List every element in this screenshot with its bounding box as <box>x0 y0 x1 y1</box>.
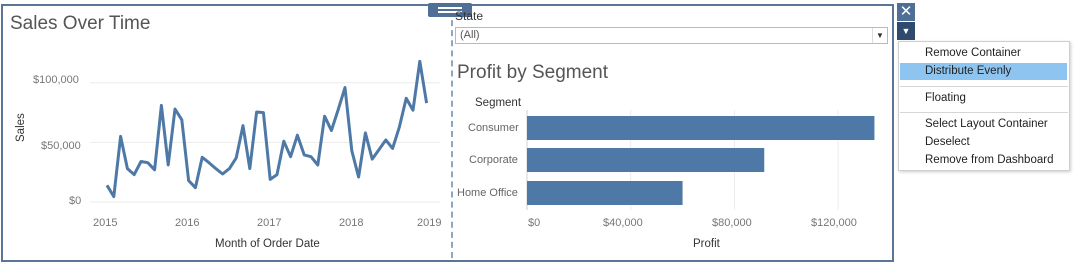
menu-item-remove-from-dashboard[interactable]: Remove from Dashboard <box>900 152 1067 169</box>
menu-item-deselect[interactable]: Deselect <box>900 134 1067 151</box>
more-options-dropdown-icon[interactable]: ▼ <box>897 22 915 40</box>
bar-chart-x-axis-title: Profit <box>693 238 720 250</box>
menu-item-select-layout-container[interactable]: Select Layout Container <box>900 116 1067 133</box>
menu-separator <box>900 86 1068 87</box>
menu-separator <box>900 112 1068 113</box>
bar-consumer <box>527 116 875 140</box>
x-tick-120000: $120,000 <box>811 217 857 229</box>
menu-item-remove-container[interactable]: Remove Container <box>900 45 1067 62</box>
bar-corporate <box>527 148 765 172</box>
x-tick-40000: $40,000 <box>603 217 643 229</box>
bar-chart-plot[interactable] <box>0 0 894 260</box>
menu-item-distribute-evenly[interactable]: Distribute Evenly <box>900 63 1067 80</box>
menu-item-floating[interactable]: Floating <box>900 90 1067 107</box>
close-icon[interactable]: ✕ <box>897 3 915 21</box>
x-tick-80000: $80,000 <box>712 217 752 229</box>
x-tick-0: $0 <box>528 217 541 229</box>
context-menu: Remove Container Distribute Evenly Float… <box>898 41 1070 171</box>
bar-home-office <box>527 181 683 205</box>
